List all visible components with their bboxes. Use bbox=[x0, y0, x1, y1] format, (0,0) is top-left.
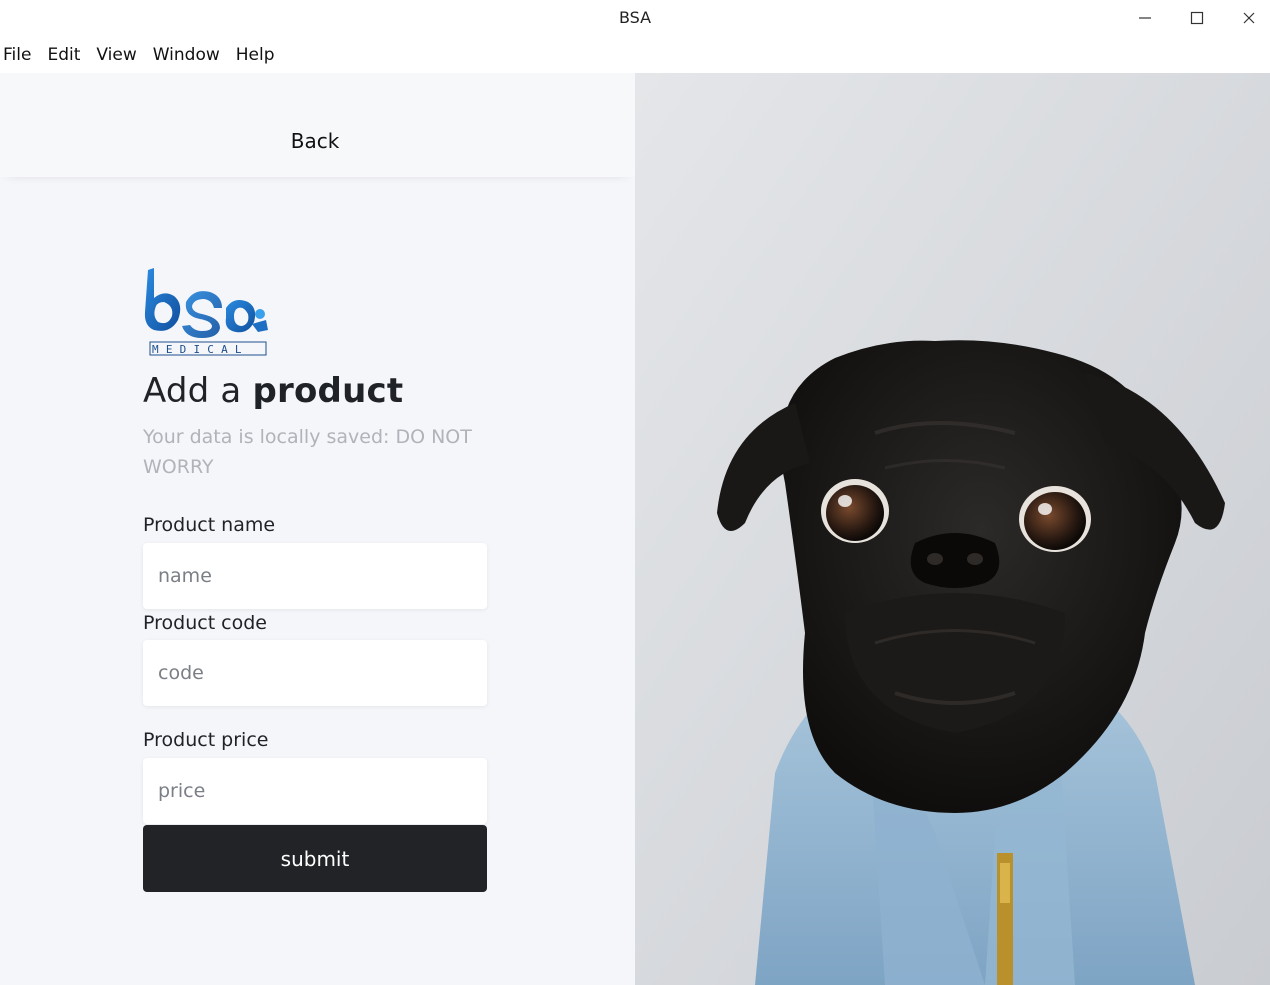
page-heading: Add a product bbox=[143, 371, 403, 411]
bsa-medical-logo: MEDICAL bbox=[142, 268, 270, 358]
product-code-label: Product code bbox=[143, 612, 268, 634]
form-panel: Back MEDICAL Add a product Your data is … bbox=[0, 73, 635, 985]
menu-window[interactable]: Window bbox=[153, 45, 220, 65]
window-title: BSA bbox=[618, 8, 652, 27]
maximize-button[interactable] bbox=[1170, 0, 1224, 36]
menu-file[interactable]: File bbox=[3, 45, 31, 65]
page-subtitle: Your data is locally saved: DO NOT WORRY bbox=[143, 426, 472, 478]
title-bar: BSA bbox=[0, 0, 1270, 36]
product-name-input[interactable] bbox=[143, 543, 487, 609]
product-price-input[interactable] bbox=[143, 758, 487, 824]
close-button[interactable] bbox=[1222, 0, 1270, 36]
product-price-label: Product price bbox=[143, 729, 269, 751]
product-name-label: Product name bbox=[143, 514, 276, 536]
submit-button[interactable]: submit bbox=[143, 825, 487, 892]
heading-bold: product bbox=[252, 371, 404, 411]
close-icon bbox=[1243, 12, 1255, 24]
minimize-button[interactable] bbox=[1118, 0, 1172, 36]
top-nav-bar: Back bbox=[0, 73, 635, 177]
logo-text: MEDICAL bbox=[152, 343, 249, 356]
minimize-icon bbox=[1139, 17, 1151, 19]
hero-photo-pug bbox=[635, 73, 1270, 985]
menu-help[interactable]: Help bbox=[236, 45, 275, 65]
menu-bar: File Edit View Window Help bbox=[0, 38, 638, 72]
heading-prefix: Add a bbox=[143, 371, 253, 411]
product-code-input[interactable] bbox=[143, 640, 487, 706]
menu-view[interactable]: View bbox=[96, 45, 136, 65]
back-link[interactable]: Back bbox=[0, 129, 630, 153]
menu-edit[interactable]: Edit bbox=[47, 45, 80, 65]
maximize-icon bbox=[1190, 11, 1204, 25]
